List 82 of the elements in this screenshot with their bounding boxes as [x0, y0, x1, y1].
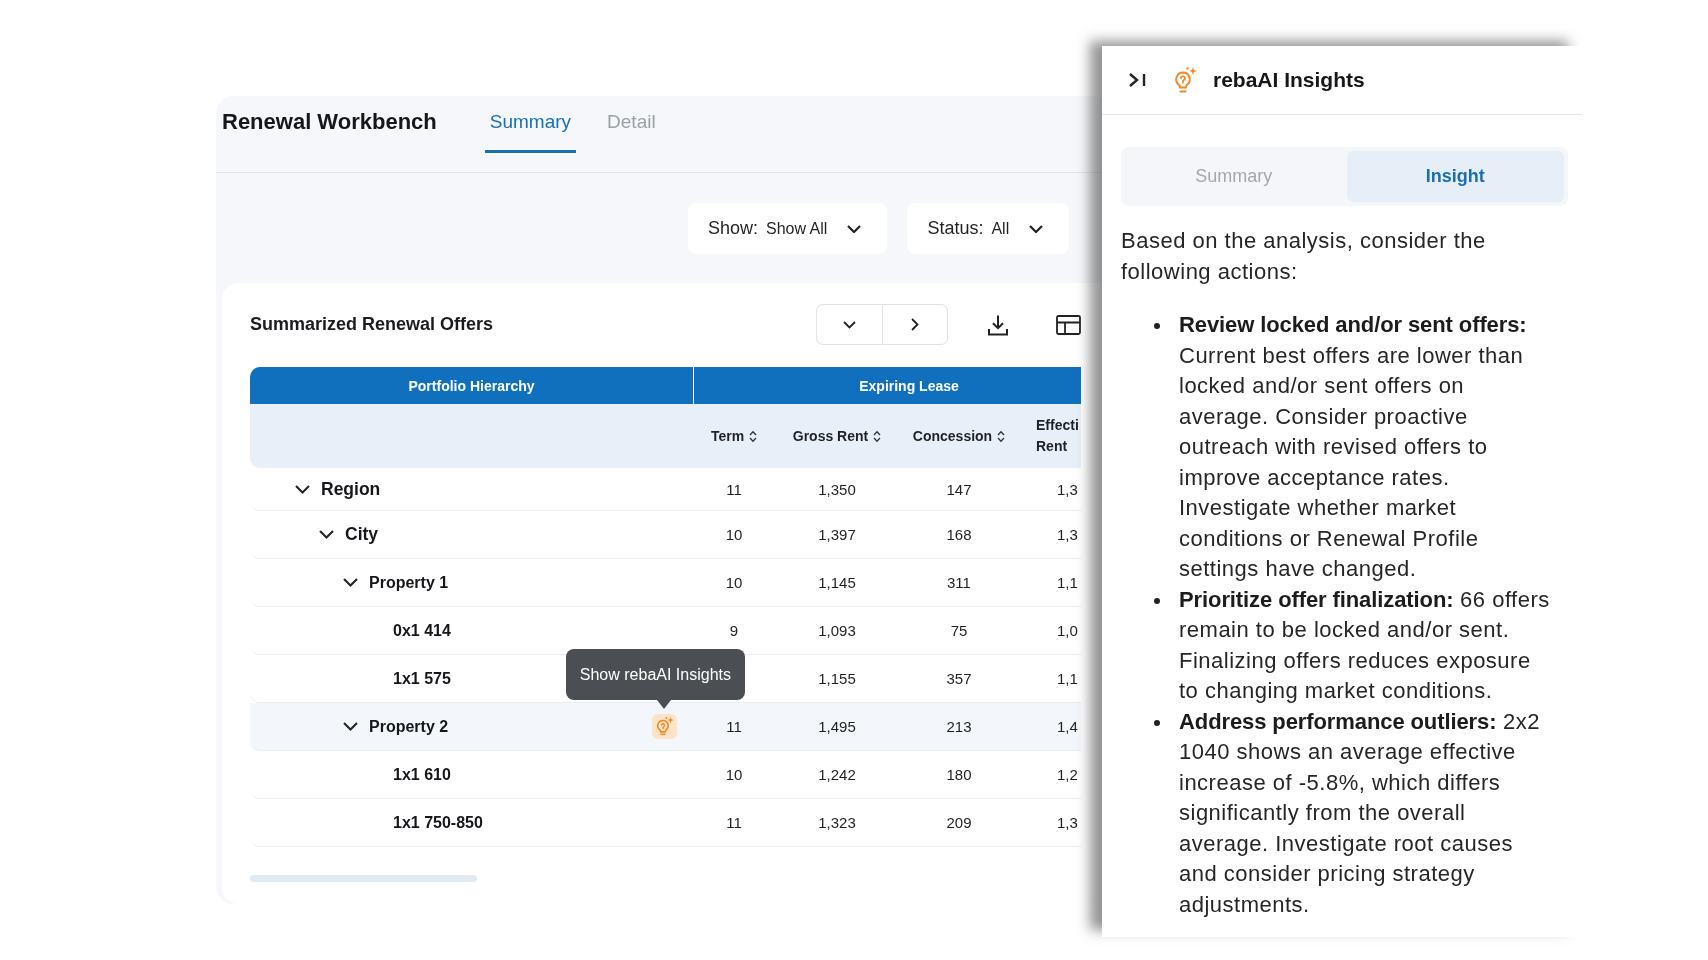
insight-item: Prioritize offer finalization: 66 offers remain to be locked and/or sent. Finalizing offers reduces exposure to changing market conditions. — [1179, 585, 1551, 705]
concession-value: 209 — [946, 814, 972, 831]
insight-item: Address performance outliers: 2x2 1040 shows an average effective increase of -5.8%, which differs significantly from the overall average. Investigate root causes and consider pricing strategy adjustments. — [1179, 707, 1541, 919]
gross-rent-value: 1,323 — [818, 814, 856, 831]
concession-value: 357 — [946, 670, 972, 687]
table-row[interactable]: City 10 1,397 168 1,3 — [250, 511, 1081, 559]
sort-icon — [749, 429, 758, 443]
term-value: 10 — [725, 574, 743, 591]
term-value: 9 — [729, 622, 739, 639]
effective-rent-value: 1,0 — [1057, 622, 1078, 639]
column-header[interactable]: Effecti Rent — [1036, 415, 1079, 457]
hierarchy-label: 1x1 610 — [393, 765, 451, 784]
table-row[interactable]: 1x1 750-850 11 1,323 209 1,3 — [250, 799, 1081, 847]
chevron-down-icon[interactable] — [343, 578, 358, 587]
hierarchy-label: Property 2 — [369, 717, 449, 736]
sort-icon — [873, 429, 882, 443]
layout-icon[interactable] — [1056, 314, 1081, 335]
bullet-icon — [1154, 597, 1160, 604]
filter-dropdown[interactable]: Status: All — [907, 203, 1070, 254]
table-row[interactable]: Region 11 1,350 147 1,3 — [250, 468, 1081, 511]
gross-rent-value: 1,155 — [818, 670, 856, 687]
bullet-icon — [1154, 323, 1160, 329]
collapse-panel-icon[interactable] — [1128, 72, 1148, 88]
chevron-down-icon[interactable] — [295, 484, 310, 494]
insight-item: Review locked and/or sent offers: Current best offers are lower than locked and/or sent offers on average. Consider proactive outreach with revised offers to improve acceptance rates. Investigate whether market conditions or Renewal Profile settings have changed. — [1179, 311, 1528, 583]
intro-text: Based on the analysis, consider the following actions: — [1121, 227, 1487, 286]
bullet-icon — [1154, 719, 1160, 726]
effective-rent-value: 1,1 — [1057, 574, 1078, 591]
sort-icon — [997, 429, 1006, 443]
term-value: 11 — [726, 718, 742, 735]
tooltip-pointer-icon — [657, 700, 671, 709]
effective-rent-value: 1,3 — [1057, 480, 1078, 498]
filter-dropdown[interactable]: Show: Show All — [688, 203, 888, 254]
term-value: 11 — [726, 480, 742, 498]
table-row[interactable]: Property 1 10 1,145 311 1,1 — [250, 559, 1081, 607]
chevron-down-icon — [847, 224, 862, 233]
gross-rent-value: 1,397 — [818, 526, 856, 543]
card-title: Summarized Renewal Offers — [250, 314, 494, 335]
gross-rent-value: 1,350 — [818, 480, 856, 498]
gross-rent-value: 1,093 — [818, 622, 856, 639]
horizontal-scrollbar[interactable] — [250, 875, 477, 882]
concession-value: 213 — [946, 718, 972, 735]
lightbulb-sparkle-icon — [1172, 66, 1198, 94]
gross-rent-value: 1,145 — [818, 574, 856, 591]
chevron-right-icon — [911, 318, 919, 331]
chevron-down-icon — [1029, 224, 1044, 233]
concession-value: 311 — [947, 574, 971, 591]
gross-rent-value: 1,495 — [818, 718, 856, 735]
effective-rent-value: 1,1 — [1057, 670, 1078, 687]
tab[interactable]: Insight — [1346, 151, 1564, 202]
gross-rent-value: 1,242 — [818, 766, 856, 783]
column-group-header: Portfolio Hierarchy — [250, 367, 693, 404]
tooltip: Show rebaAI Insights — [565, 649, 745, 700]
column-group-header: Expiring Lease — [693, 367, 1081, 404]
hierarchy-label: Property 1 — [369, 573, 449, 592]
tab[interactable]: Summary — [484, 108, 577, 153]
term-value: 10 — [725, 526, 743, 543]
term-value: 10 — [725, 766, 743, 783]
term-value: 11 — [726, 814, 742, 831]
hierarchy-label: City — [345, 524, 379, 545]
hierarchy-label: 1x1 750-850 — [393, 813, 483, 832]
concession-value: 180 — [946, 766, 972, 783]
download-icon[interactable] — [987, 313, 1009, 336]
chevron-down-icon[interactable] — [319, 530, 334, 539]
column-header[interactable]: Gross Rent — [792, 428, 882, 444]
column-header[interactable]: Concession — [912, 428, 1006, 444]
effective-rent-value: 1,2 — [1057, 766, 1078, 783]
hierarchy-label: 1x1 575 — [393, 669, 451, 688]
panel-title: rebaAI Insights — [1213, 68, 1365, 92]
chevron-down-icon — [843, 320, 856, 329]
hierarchy-label: 0x1 414 — [393, 621, 451, 640]
column-header[interactable]: Term — [710, 428, 758, 444]
hierarchy-label: Region — [321, 478, 381, 500]
concession-value: 75 — [950, 622, 968, 639]
effective-rent-value: 1,4 — [1057, 718, 1078, 735]
concession-value: 168 — [946, 526, 972, 543]
effective-rent-value: 1,3 — [1057, 814, 1078, 831]
table-row[interactable]: 1x1 610 10 1,242 180 1,2 — [250, 751, 1081, 799]
effective-rent-value: 1,3 — [1057, 526, 1078, 543]
chevron-down-icon[interactable] — [343, 722, 358, 731]
page-title: Renewal Workbench — [222, 108, 437, 136]
concession-value: 147 — [946, 480, 972, 498]
